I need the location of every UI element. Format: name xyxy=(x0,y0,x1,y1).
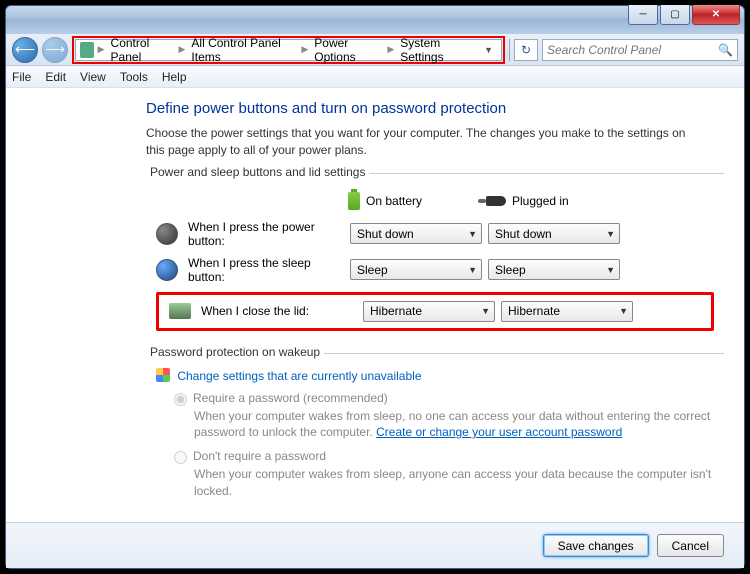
chevron-down-icon: ▼ xyxy=(606,265,615,275)
breadcrumb-item[interactable]: System Settings xyxy=(396,36,478,64)
chevron-right-icon: ▶ xyxy=(96,44,107,55)
column-header-plugged: Plugged in xyxy=(486,192,618,210)
navigation-bar: ⟵ ⟶ ▶ Control Panel ▶ All Control Panel … xyxy=(6,34,744,66)
lid-row-highlight: When I close the lid: Hibernate▼ Hiberna… xyxy=(156,292,714,331)
breadcrumb-item[interactable]: Control Panel xyxy=(107,36,177,64)
row-label: When I close the lid: xyxy=(201,304,357,318)
breadcrumb-item[interactable]: Power Options xyxy=(310,36,385,64)
refresh-button[interactable]: ↻ xyxy=(514,39,538,61)
page-heading: Define power buttons and turn on passwor… xyxy=(146,100,724,117)
menu-view[interactable]: View xyxy=(80,70,106,84)
row-label: When I press the power button: xyxy=(188,220,344,248)
chevron-right-icon: ▶ xyxy=(299,44,310,55)
chevron-down-icon: ▼ xyxy=(619,306,628,316)
password-protection-group: Password protection on wakeup Change set… xyxy=(146,353,724,508)
breadcrumb-highlight: ▶ Control Panel ▶ All Control Panel Item… xyxy=(72,36,505,64)
chevron-right-icon: ▶ xyxy=(385,44,396,55)
maximize-button[interactable]: ▢ xyxy=(660,5,690,25)
breadcrumb-dropdown[interactable]: ▼ xyxy=(478,45,499,55)
no-password-radio xyxy=(174,451,187,464)
chevron-down-icon: ▼ xyxy=(481,306,490,316)
row-label: When I press the sleep button: xyxy=(188,256,344,284)
close-button[interactable]: ✕ xyxy=(692,5,740,25)
change-settings-link[interactable]: Change settings that are currently unava… xyxy=(156,368,714,383)
sleep-battery-combo[interactable]: Sleep▼ xyxy=(350,259,482,280)
chevron-down-icon: ▼ xyxy=(468,229,477,239)
menu-tools[interactable]: Tools xyxy=(120,70,148,84)
sleep-button-icon xyxy=(156,259,178,281)
group-title: Password protection on wakeup xyxy=(146,345,324,359)
footer: Save changes Cancel xyxy=(6,522,744,568)
search-input[interactable] xyxy=(547,43,718,57)
breadcrumb[interactable]: ▶ Control Panel ▶ All Control Panel Item… xyxy=(75,39,502,61)
power-plugged-combo[interactable]: Shut down▼ xyxy=(488,223,620,244)
chevron-down-icon: ▼ xyxy=(468,265,477,275)
control-panel-window: ─ ▢ ✕ ⟵ ⟶ ▶ Control Panel ▶ All Control … xyxy=(5,5,745,569)
battery-icon xyxy=(348,192,360,210)
require-password-radio xyxy=(174,393,187,406)
require-password-desc: When your computer wakes from sleep, no … xyxy=(194,408,714,442)
page-description: Choose the power settings that you want … xyxy=(146,125,706,159)
power-battery-combo[interactable]: Shut down▼ xyxy=(350,223,482,244)
menu-help[interactable]: Help xyxy=(162,70,187,84)
column-header-battery: On battery xyxy=(348,192,480,210)
chevron-right-icon: ▶ xyxy=(176,44,187,55)
chevron-down-icon: ▼ xyxy=(606,229,615,239)
no-password-desc: When your computer wakes from sleep, any… xyxy=(194,466,714,500)
titlebar: ─ ▢ ✕ xyxy=(6,6,744,34)
menu-bar: File Edit View Tools Help xyxy=(6,66,744,88)
search-box[interactable]: 🔍 xyxy=(542,39,738,61)
sleep-plugged-combo[interactable]: Sleep▼ xyxy=(488,259,620,280)
forward-button[interactable]: ⟶ xyxy=(42,37,68,63)
menu-file[interactable]: File xyxy=(12,70,31,84)
minimize-button[interactable]: ─ xyxy=(628,5,658,25)
lid-battery-combo[interactable]: Hibernate▼ xyxy=(363,301,495,322)
power-button-icon xyxy=(156,223,178,245)
lid-icon xyxy=(169,303,191,319)
back-button[interactable]: ⟵ xyxy=(12,37,38,63)
power-sleep-group: Power and sleep buttons and lid settings… xyxy=(146,173,724,345)
create-password-link[interactable]: Create or change your user account passw… xyxy=(376,425,622,439)
shield-icon xyxy=(156,368,170,382)
plug-icon xyxy=(486,196,506,206)
no-password-option: Don't require a password xyxy=(174,449,714,464)
breadcrumb-item[interactable]: All Control Panel Items xyxy=(187,36,299,64)
control-panel-icon xyxy=(80,42,94,58)
lid-plugged-combo[interactable]: Hibernate▼ xyxy=(501,301,633,322)
save-changes-button[interactable]: Save changes xyxy=(543,534,649,557)
group-title: Power and sleep buttons and lid settings xyxy=(146,165,369,179)
cancel-button[interactable]: Cancel xyxy=(657,534,724,557)
menu-edit[interactable]: Edit xyxy=(45,70,66,84)
require-password-option: Require a password (recommended) xyxy=(174,391,714,406)
divider xyxy=(509,39,510,61)
content-area: Define power buttons and turn on passwor… xyxy=(6,90,744,520)
search-icon: 🔍 xyxy=(718,43,733,57)
